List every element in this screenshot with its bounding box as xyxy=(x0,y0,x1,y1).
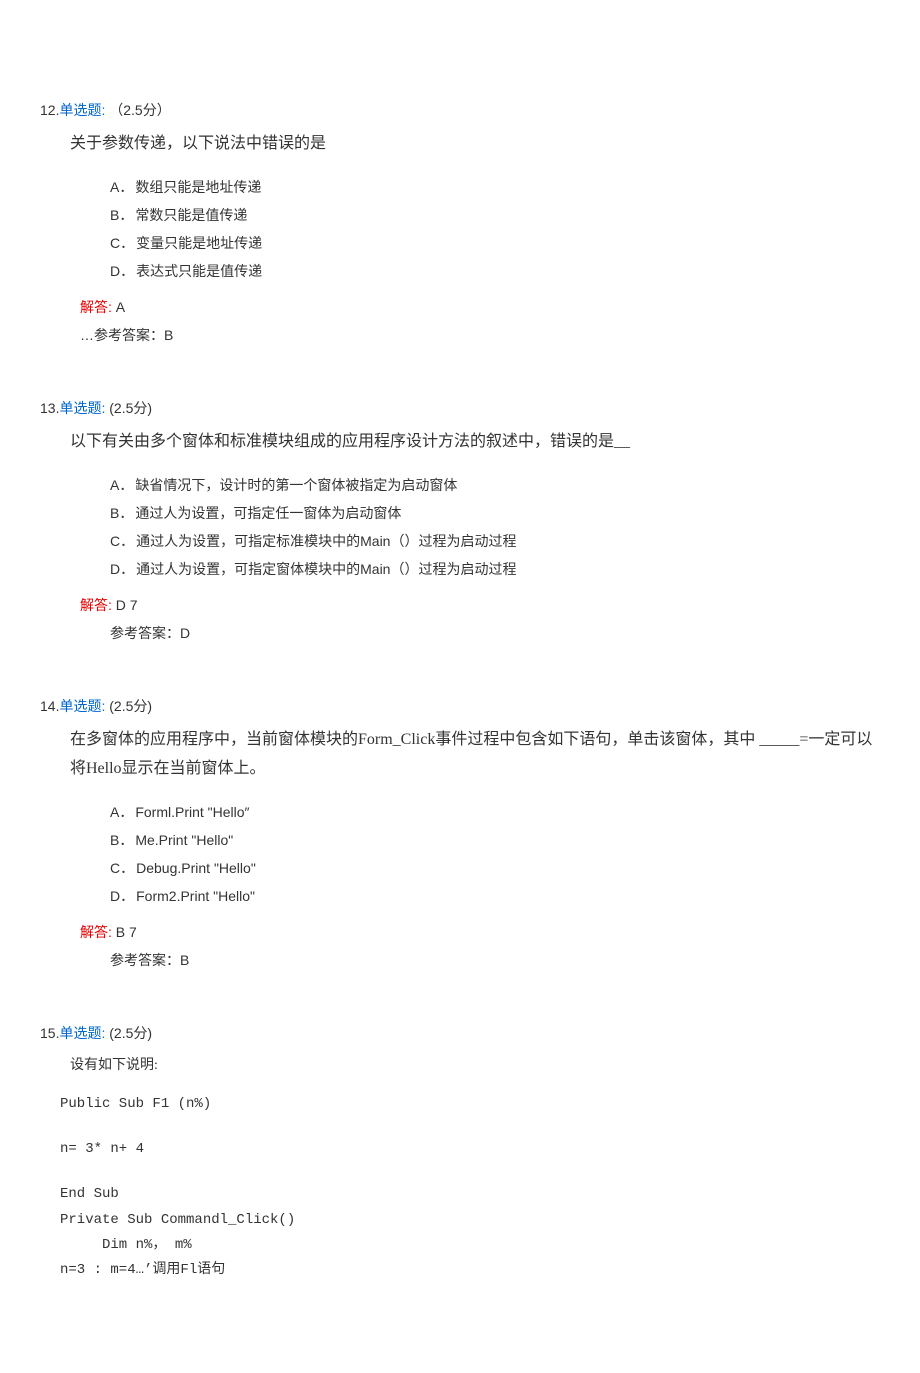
question-13: 13.单选题: (2.5分) 以下有关由多个窗体和标准模块组成的应用程序设计方法… xyxy=(40,398,880,646)
reference-answer: 参考答案：B xyxy=(110,948,880,973)
question-points: （2.5分） xyxy=(109,102,170,118)
question-type[interactable]: 单选题: xyxy=(59,698,105,714)
solution-value: D 7 xyxy=(116,597,138,613)
code-gap xyxy=(60,1162,880,1182)
option-c[interactable]: C．变量只能是地址传递 xyxy=(110,229,880,257)
solution: 解答: A xyxy=(80,297,880,317)
question-header: 14.单选题: (2.5分) xyxy=(40,696,880,716)
options-list: A．Forml.Print "Hello″ B．Me.Print "Hello"… xyxy=(110,798,880,910)
question-14: 14.单选题: (2.5分) 在多窗体的应用程序中，当前窗体模块的Form_Cl… xyxy=(40,696,880,973)
code-line: n= 3* n+ 4 xyxy=(60,1137,880,1162)
question-header: 13.单选题: (2.5分) xyxy=(40,398,880,418)
ref-value: B xyxy=(180,952,189,968)
question-number: 14. xyxy=(40,698,59,714)
code-gap xyxy=(60,1117,880,1137)
ref-prefix: …参考答案： xyxy=(80,327,164,343)
ref-value: D xyxy=(180,625,190,641)
ref-prefix: 参考答案： xyxy=(110,625,180,641)
code-block: Public Sub F1 (n%) n= 3* n+ 4 End Sub Pr… xyxy=(60,1092,880,1283)
option-a[interactable]: A．缺省情况下，设计时的第一个窗体被指定为启动窗体 xyxy=(110,471,880,499)
solution-label: 解答: xyxy=(80,597,112,613)
question-stem: 关于参数传递，以下说法中错误的是 xyxy=(70,130,880,159)
reference-answer: 参考答案：D xyxy=(110,621,880,646)
option-a[interactable]: A．Forml.Print "Hello″ xyxy=(110,798,880,826)
question-header: 15.单选题: (2.5分) xyxy=(40,1023,880,1043)
question-type[interactable]: 单选题: xyxy=(59,102,105,118)
code-line: End Sub xyxy=(60,1182,880,1207)
option-d[interactable]: D．表达式只能是值传递 xyxy=(110,257,880,285)
options-list: A．数组只能是地址传递 B．常数只能是值传递 C．变量只能是地址传递 D．表达式… xyxy=(110,173,880,285)
ref-value: B xyxy=(164,327,173,343)
option-c[interactable]: C．通过人为设置，可指定标准模块中的Main（）过程为启动过程 xyxy=(110,527,880,555)
option-d[interactable]: D．通过人为设置，可指定窗体模块中的Main（）过程为启动过程 xyxy=(110,555,880,583)
option-d[interactable]: D．Form2.Print "Hello" xyxy=(110,882,880,910)
question-number: 12. xyxy=(40,102,59,118)
solution-value: B 7 xyxy=(116,924,137,940)
option-b[interactable]: B．Me.Print "Hello" xyxy=(110,826,880,854)
option-c[interactable]: C．Debug.Print "Hello" xyxy=(110,854,880,882)
question-number: 13. xyxy=(40,400,59,416)
question-stem: 设有如下说明: xyxy=(70,1053,880,1078)
question-points: (2.5分) xyxy=(109,698,152,714)
question-stem: 以下有关由多个窗体和标准模块组成的应用程序设计方法的叙述中，错误的是__ xyxy=(70,428,880,457)
solution-label: 解答: xyxy=(80,299,112,315)
solution-value: A xyxy=(116,299,125,315)
question-type[interactable]: 单选题: xyxy=(59,1025,105,1041)
question-12: 12.单选题: （2.5分） 关于参数传递，以下说法中错误的是 A．数组只能是地… xyxy=(40,100,880,348)
question-number: 15. xyxy=(40,1025,59,1041)
option-b[interactable]: B．常数只能是值传递 xyxy=(110,201,880,229)
question-stem: 在多窗体的应用程序中，当前窗体模块的Form_Click事件过程中包含如下语句，… xyxy=(70,726,880,784)
question-points: (2.5分) xyxy=(109,1025,152,1041)
option-b[interactable]: B．通过人为设置，可指定任一窗体为启动窗体 xyxy=(110,499,880,527)
option-a[interactable]: A．数组只能是地址传递 xyxy=(110,173,880,201)
question-15: 15.单选题: (2.5分) 设有如下说明: Public Sub F1 (n%… xyxy=(40,1023,880,1283)
options-list: A．缺省情况下，设计时的第一个窗体被指定为启动窗体 B．通过人为设置，可指定任一… xyxy=(110,471,880,583)
code-line: n=3 : m=4…’调用Fl语句 xyxy=(60,1258,880,1283)
code-line: Dim n%， m% xyxy=(60,1233,880,1258)
question-points: (2.5分) xyxy=(109,400,152,416)
code-line: Public Sub F1 (n%) xyxy=(60,1092,880,1117)
reference-answer: …参考答案：B xyxy=(80,323,880,348)
solution: 解答: B 7 xyxy=(80,922,880,942)
solution: 解答: D 7 xyxy=(80,595,880,615)
ref-prefix: 参考答案： xyxy=(110,952,180,968)
code-line: Private Sub Commandl_Click() xyxy=(60,1208,880,1233)
question-type[interactable]: 单选题: xyxy=(59,400,105,416)
question-header: 12.单选题: （2.5分） xyxy=(40,100,880,120)
solution-label: 解答: xyxy=(80,924,112,940)
